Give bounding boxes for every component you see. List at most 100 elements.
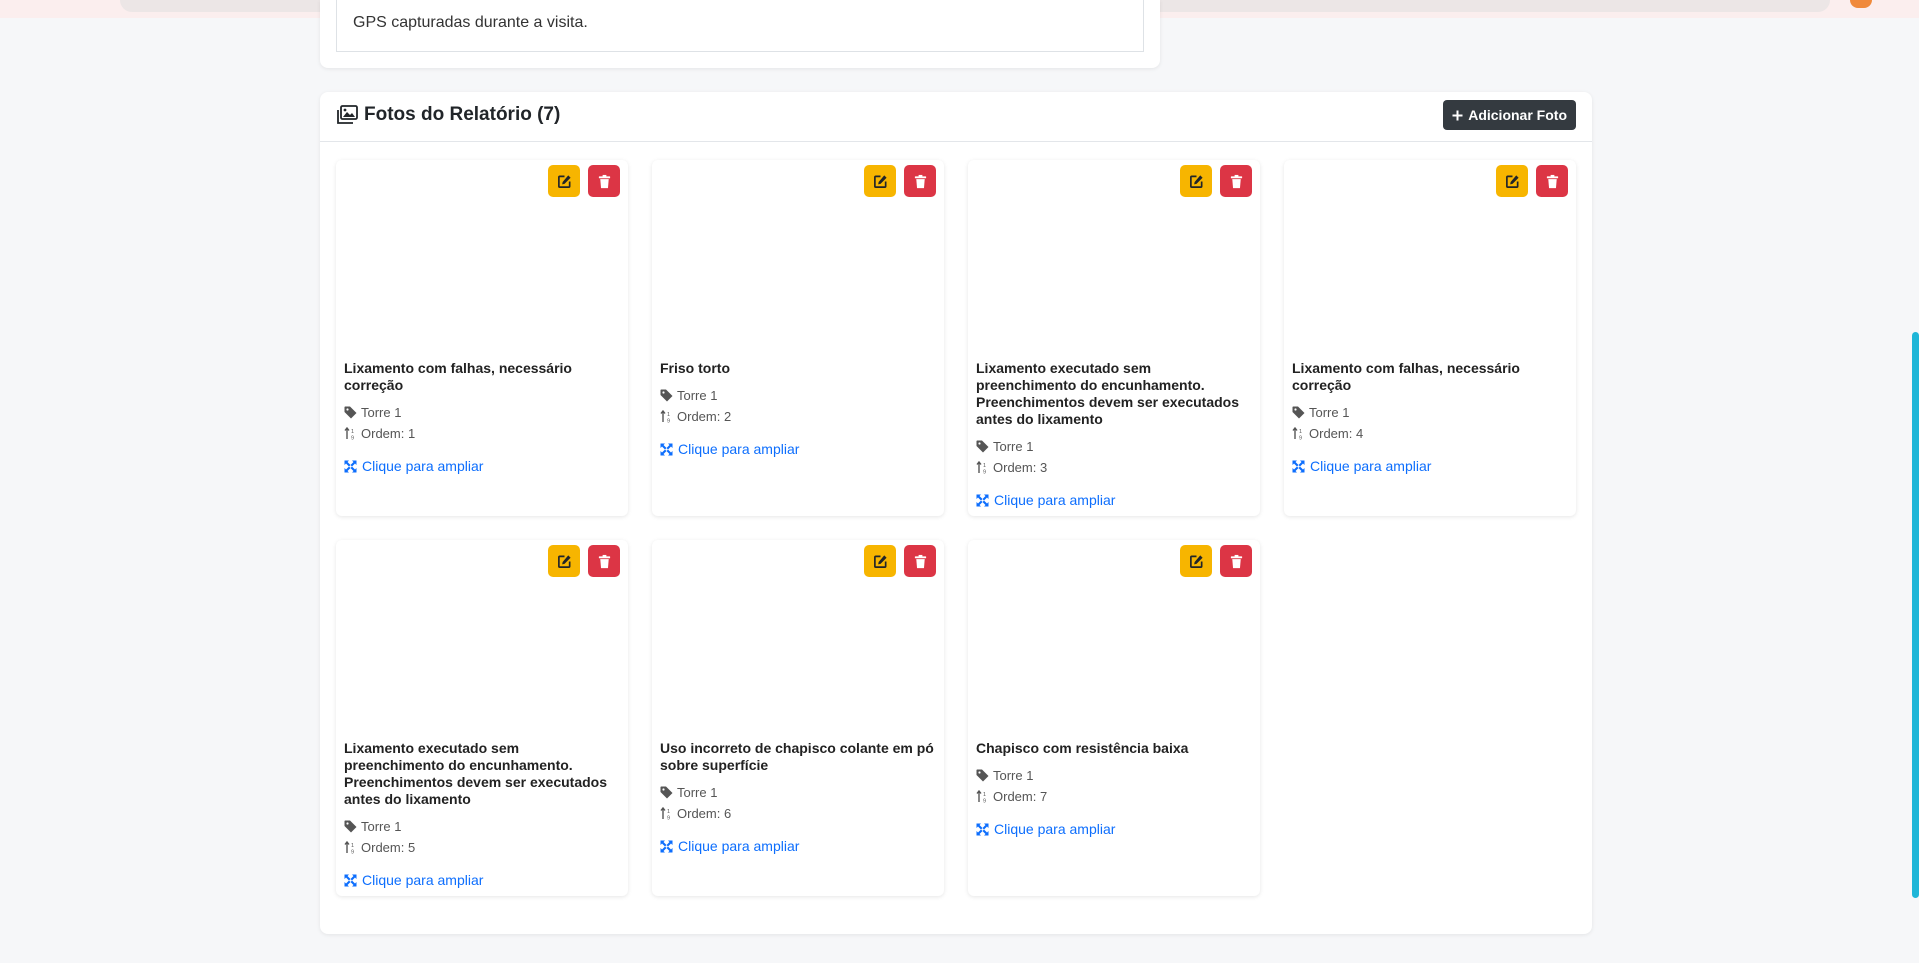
photos-section-header: Fotos do Relatório (7) Adicionar Foto xyxy=(320,92,1592,142)
photo-description: Lixamento com falhas, necessário correçã… xyxy=(1292,360,1520,393)
photo-order-text: Ordem: 6 xyxy=(677,806,732,821)
svg-text:9: 9 xyxy=(351,436,354,441)
photo-actions xyxy=(548,165,620,197)
profile-avatar[interactable] xyxy=(1850,0,1872,8)
delete-photo-button[interactable] xyxy=(1220,545,1252,577)
sort-order-icon: 1 9 xyxy=(1292,427,1302,440)
photo-order-text: Ordem: 7 xyxy=(993,789,1048,804)
edit-photo-button[interactable] xyxy=(1180,545,1212,577)
previous-section-text: GPS capturadas durante a visita. xyxy=(336,0,1144,52)
photo-description: Chapisco com resistência baixa xyxy=(976,740,1189,756)
photo-order-text: Ordem: 3 xyxy=(993,460,1048,475)
edit-icon xyxy=(1189,174,1203,188)
photo-actions xyxy=(864,545,936,577)
delete-photo-button[interactable] xyxy=(1536,165,1568,197)
svg-text:1: 1 xyxy=(351,843,354,849)
photo-location: Torre 1 xyxy=(344,816,620,837)
delete-photo-button[interactable] xyxy=(904,165,936,197)
expand-photo-link[interactable]: Clique para ampliar xyxy=(1292,458,1568,474)
delete-photo-button[interactable] xyxy=(1220,165,1252,197)
tag-icon xyxy=(660,389,673,402)
tag-icon xyxy=(344,820,357,833)
edit-photo-button[interactable] xyxy=(864,165,896,197)
photo-location: Torre 1 xyxy=(660,782,936,803)
expand-photo-link-text: Clique para ampliar xyxy=(362,872,484,888)
expand-photo-link[interactable]: Clique para ampliar xyxy=(976,492,1252,508)
previous-section-card: GPS capturadas durante a visita. xyxy=(320,0,1160,68)
photo-card: Chapisco com resistência baixa Torre 1 1… xyxy=(968,540,1260,896)
edit-icon xyxy=(873,174,887,188)
photo-order: 1 9 Ordem: 4 xyxy=(1292,423,1568,444)
photo-image[interactable] xyxy=(652,160,944,360)
sort-order-icon: 1 9 xyxy=(660,410,670,424)
trash-icon xyxy=(1230,174,1242,188)
photo-card: Friso torto Torre 1 1 9 Ordem: 2 Clique … xyxy=(652,160,944,516)
svg-text:1: 1 xyxy=(351,429,354,435)
sort-order-icon: 1 9 xyxy=(976,790,986,804)
expand-photo-link-text: Clique para ampliar xyxy=(994,492,1116,508)
expand-photo-link[interactable]: Clique para ampliar xyxy=(344,458,620,474)
edit-photo-button[interactable] xyxy=(1496,165,1528,197)
edit-icon xyxy=(557,554,571,568)
delete-photo-button[interactable] xyxy=(588,165,620,197)
svg-text:1: 1 xyxy=(667,809,670,815)
edit-icon xyxy=(1189,554,1203,568)
scrollbar-thumb[interactable] xyxy=(1912,332,1919,898)
photo-description: Friso torto xyxy=(660,360,730,376)
photo-location: Torre 1 xyxy=(344,402,620,423)
add-photo-button-label: Adicionar Foto xyxy=(1468,107,1567,123)
photo-description: Uso incorreto de chapisco colante em pó … xyxy=(660,740,934,773)
add-photo-button[interactable]: Adicionar Foto xyxy=(1443,100,1576,130)
photo-image[interactable] xyxy=(652,540,944,740)
tag-icon xyxy=(1292,406,1305,419)
photo-order: 1 9 Ordem: 6 xyxy=(660,803,936,824)
edit-photo-button[interactable] xyxy=(1180,165,1212,197)
plus-icon xyxy=(1452,110,1463,120)
images-icon xyxy=(337,105,358,124)
delete-photo-button[interactable] xyxy=(904,545,936,577)
photo-image[interactable] xyxy=(968,160,1260,360)
photo-order-text: Ordem: 4 xyxy=(1309,426,1364,441)
photo-location-text: Torre 1 xyxy=(677,388,718,403)
tag-icon xyxy=(344,406,357,419)
photo-image[interactable] xyxy=(336,160,628,360)
edit-photo-button[interactable] xyxy=(864,545,896,577)
svg-text:1: 1 xyxy=(983,463,986,469)
svg-text:9: 9 xyxy=(667,816,670,821)
photo-order-text: Ordem: 1 xyxy=(361,426,416,441)
edit-photo-button[interactable] xyxy=(548,545,580,577)
photo-card: Lixamento com falhas, necessário correçã… xyxy=(1284,160,1576,516)
photos-section-card: Fotos do Relatório (7) Adicionar Foto Li… xyxy=(320,92,1592,934)
edit-icon xyxy=(873,554,887,568)
svg-text:9: 9 xyxy=(983,799,986,804)
edit-photo-button[interactable] xyxy=(548,165,580,197)
photo-order: 1 9 Ordem: 5 xyxy=(344,837,620,858)
photo-description: Lixamento executado sem preenchimento do… xyxy=(976,360,1240,427)
photo-description: Lixamento executado sem preenchimento do… xyxy=(344,740,608,807)
photo-image[interactable] xyxy=(968,540,1260,740)
photo-image[interactable] xyxy=(1284,160,1576,360)
trash-icon xyxy=(1546,174,1558,188)
photo-location-text: Torre 1 xyxy=(677,785,718,800)
trash-icon xyxy=(1230,554,1242,568)
expand-photo-link[interactable]: Clique para ampliar xyxy=(976,821,1252,837)
photo-image[interactable] xyxy=(336,540,628,740)
photo-location: Torre 1 xyxy=(1292,402,1568,423)
expand-icon xyxy=(660,840,673,852)
photo-description: Lixamento com falhas, necessário correçã… xyxy=(344,360,572,393)
photo-location: Torre 1 xyxy=(660,385,936,406)
svg-text:9: 9 xyxy=(667,419,670,424)
expand-photo-link[interactable]: Clique para ampliar xyxy=(344,872,620,888)
photo-location-text: Torre 1 xyxy=(361,819,402,834)
delete-photo-button[interactable] xyxy=(588,545,620,577)
photo-order: 1 9 Ordem: 3 xyxy=(976,457,1252,478)
photo-card: Lixamento com falhas, necessário correçã… xyxy=(336,160,628,516)
trash-icon xyxy=(598,554,610,568)
expand-photo-link[interactable]: Clique para ampliar xyxy=(660,838,936,854)
edit-icon xyxy=(1505,174,1519,188)
svg-text:9: 9 xyxy=(983,470,986,475)
expand-photo-link-text: Clique para ampliar xyxy=(994,821,1116,837)
photo-grid: Lixamento com falhas, necessário correçã… xyxy=(336,160,1576,896)
expand-photo-link[interactable]: Clique para ampliar xyxy=(660,441,936,457)
expand-icon xyxy=(344,460,357,472)
